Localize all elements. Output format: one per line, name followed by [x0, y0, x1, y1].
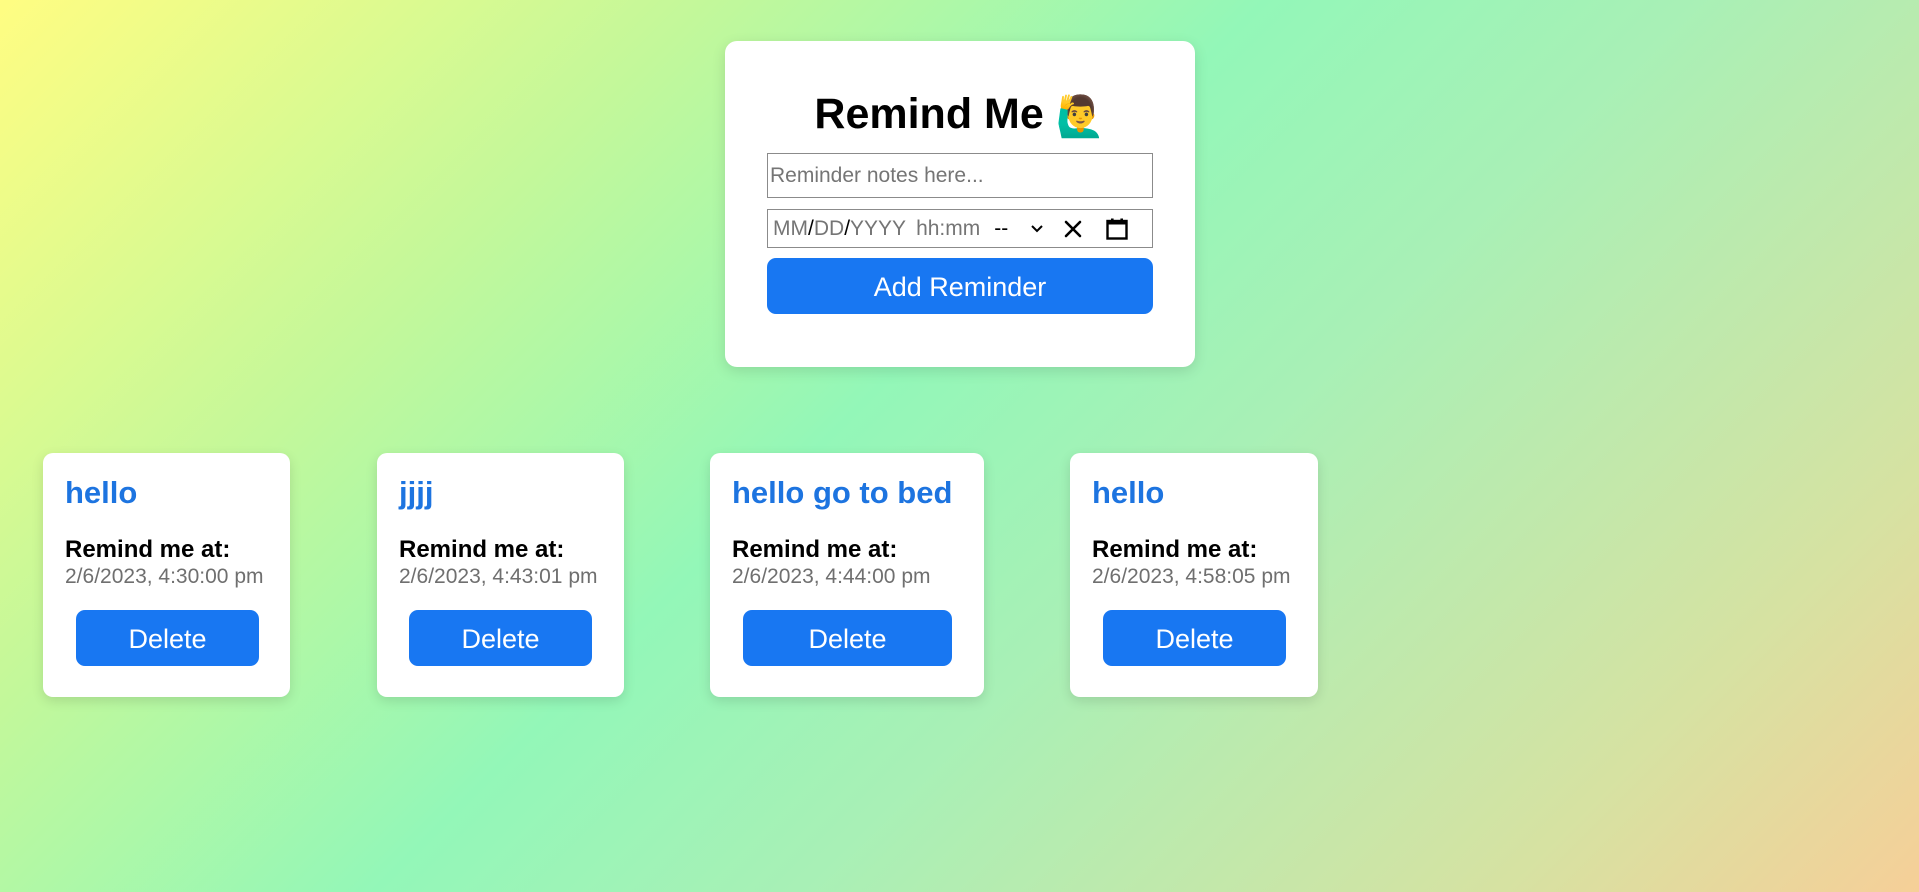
delete-button[interactable]: Delete	[409, 610, 592, 666]
close-icon[interactable]	[1062, 218, 1084, 240]
reminder-notes-input[interactable]	[767, 153, 1153, 198]
reminder-card: hello Remind me at: 2/6/2023, 4:30:00 pm…	[43, 453, 290, 697]
delete-button[interactable]: Delete	[76, 610, 259, 666]
reminder-title: jjjj	[399, 475, 434, 510]
page-title-text: Remind Me	[814, 90, 1044, 138]
reminder-title: hello go to bed	[732, 475, 953, 510]
reminder-form-card: Remind Me🙋‍♂️ MM/DD/YYYY hh:mm -- Add Re…	[725, 41, 1195, 367]
datetime-month[interactable]: MM	[773, 217, 808, 241]
delete-button[interactable]: Delete	[1103, 610, 1286, 666]
remind-me-at-label: Remind me at:	[1092, 536, 1258, 563]
add-reminder-button[interactable]: Add Reminder	[767, 258, 1153, 314]
person-raising-hand-icon: 🙋‍♂️	[1055, 95, 1106, 139]
page-title: Remind Me 🙋‍♂️	[725, 90, 1195, 139]
remind-me-at-label: Remind me at:	[65, 536, 231, 563]
reminder-title: hello	[65, 475, 138, 510]
reminder-time: 2/6/2023, 4:58:05 pm	[1092, 565, 1291, 588]
delete-button[interactable]: Delete	[743, 610, 952, 666]
datetime-time[interactable]: hh:mm	[916, 217, 980, 241]
calendar-icon[interactable]	[1104, 216, 1130, 242]
reminder-card: hello Remind me at: 2/6/2023, 4:58:05 pm…	[1070, 453, 1318, 697]
datetime-ampm[interactable]: --	[994, 217, 1008, 241]
reminder-title: hello	[1092, 475, 1165, 510]
datetime-year[interactable]: YYYY	[850, 217, 906, 241]
chevron-down-icon[interactable]	[1030, 222, 1044, 236]
remind-me-at-label: Remind me at:	[399, 536, 565, 563]
reminder-time: 2/6/2023, 4:44:00 pm	[732, 565, 931, 588]
reminder-card: jjjj Remind me at: 2/6/2023, 4:43:01 pm …	[377, 453, 624, 697]
datetime-day[interactable]: DD	[814, 217, 844, 241]
remind-me-at-label: Remind me at:	[732, 536, 898, 563]
reminder-card: hello go to bed Remind me at: 2/6/2023, …	[710, 453, 984, 697]
datetime-input[interactable]: MM / DD / YYYY hh:mm --	[767, 209, 1153, 248]
reminder-time: 2/6/2023, 4:43:01 pm	[399, 565, 598, 588]
reminder-time: 2/6/2023, 4:30:00 pm	[65, 565, 264, 588]
